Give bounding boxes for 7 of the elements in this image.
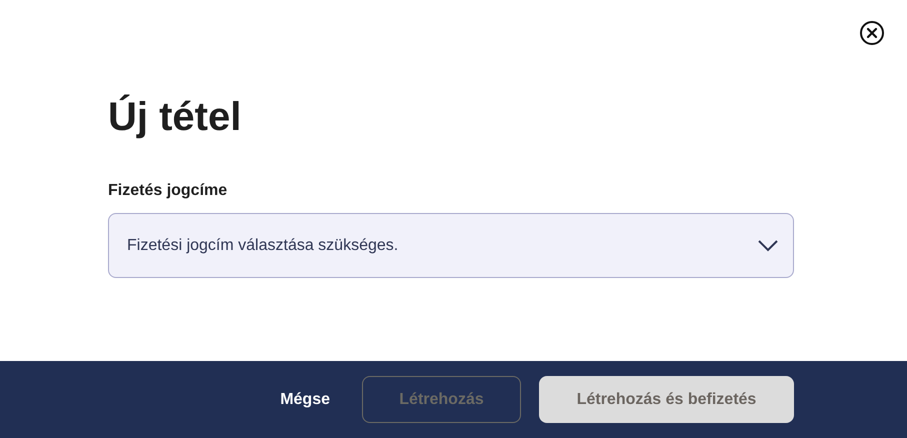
- field-label: Fizetés jogcíme: [108, 181, 228, 201]
- cancel-button[interactable]: Mégse: [266, 376, 344, 423]
- chevron-down-icon: [758, 240, 778, 252]
- close-button[interactable]: [859, 20, 885, 46]
- dialog-title: Új tétel: [108, 94, 242, 141]
- select-field[interactable]: Fizetési jogcím választása szükséges.: [108, 213, 794, 278]
- close-icon: [859, 20, 885, 46]
